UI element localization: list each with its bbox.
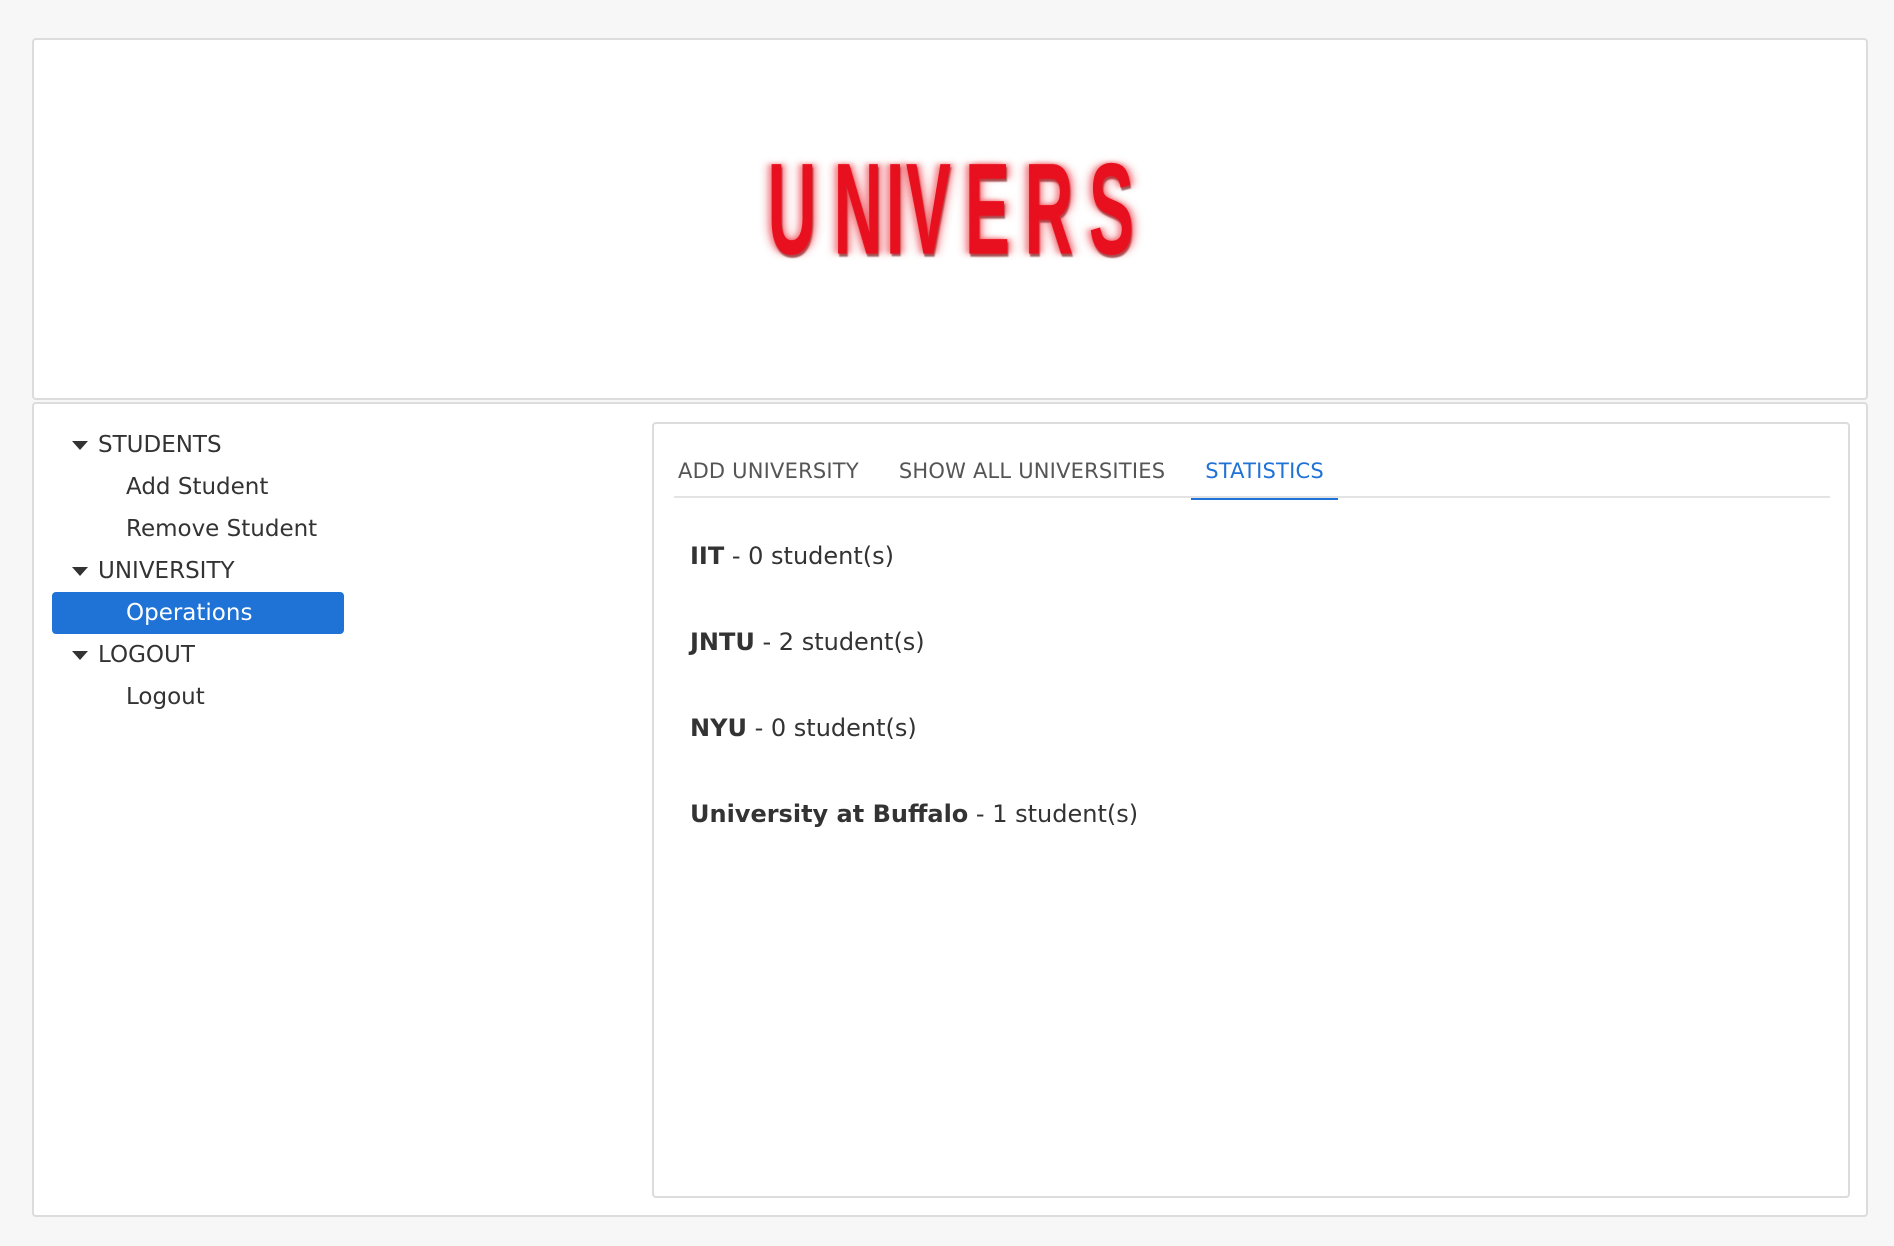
student-count: 0 student(s)	[748, 542, 895, 570]
caret-down-icon[interactable]	[72, 440, 88, 450]
tree-header-label: STUDENTS	[98, 432, 222, 458]
tree-group-students: STUDENTS Add Student Remove Student	[52, 424, 352, 550]
list-item: JNTU - 2 student(s)	[690, 628, 1138, 714]
caret-down-icon[interactable]	[72, 650, 88, 660]
separator: -	[724, 542, 749, 570]
logo-letter: R	[1024, 135, 1074, 282]
list-item: IIT - 0 student(s)	[690, 542, 1138, 628]
student-count: 1 student(s)	[992, 800, 1139, 828]
header-panel: U N I V E R S	[32, 38, 1868, 400]
sidebar-item-label: Remove Student	[126, 516, 318, 542]
tab-add-university[interactable]: ADD UNIVERSITY	[674, 444, 879, 498]
student-count: 2 student(s)	[778, 628, 925, 656]
tab-bar: ADD UNIVERSITY SHOW ALL UNIVERSITIES STA…	[674, 444, 1830, 500]
university-name: JNTU	[690, 628, 755, 656]
sidebar-item-label: Operations	[126, 600, 253, 626]
logo-letter: I	[885, 135, 905, 282]
list-item: NYU - 0 student(s)	[690, 714, 1138, 800]
university-name: IIT	[690, 542, 725, 570]
sidebar-item-remove-student[interactable]: Remove Student	[52, 508, 344, 550]
logo-letter: S	[1089, 135, 1135, 282]
sidebar-item-operations[interactable]: Operations	[52, 592, 344, 634]
sidebar-item-logout[interactable]: Logout	[52, 676, 344, 718]
list-item: University at Buffalo - 1 student(s)	[690, 800, 1138, 886]
caret-down-icon[interactable]	[72, 566, 88, 576]
separator: -	[746, 714, 771, 742]
logo-letter: N	[833, 135, 883, 282]
university-name: University at Buffalo	[690, 800, 969, 828]
student-count: 0 student(s)	[770, 714, 917, 742]
tree-header-label: LOGOUT	[98, 642, 195, 668]
logo-letter: E	[964, 135, 1010, 282]
tree-header-university[interactable]: UNIVERSITY	[52, 550, 352, 592]
main-panel: STUDENTS Add Student Remove Student UNIV…	[32, 402, 1868, 1217]
separator: -	[968, 800, 993, 828]
separator: -	[754, 628, 779, 656]
sidebar-tree: STUDENTS Add Student Remove Student UNIV…	[52, 424, 352, 718]
tree-header-label: UNIVERSITY	[98, 558, 235, 584]
tab-show-all-universities[interactable]: SHOW ALL UNIVERSITIES	[879, 444, 1185, 498]
tree-header-logout[interactable]: LOGOUT	[52, 634, 352, 676]
tree-group-university: UNIVERSITY Operations	[52, 550, 352, 634]
content-box: ADD UNIVERSITY SHOW ALL UNIVERSITIES STA…	[652, 422, 1850, 1198]
statistics-list: IIT - 0 student(s) JNTU - 2 student(s) N…	[690, 542, 1138, 886]
tree-header-students[interactable]: STUDENTS	[52, 424, 352, 466]
sidebar-item-label: Add Student	[126, 474, 269, 500]
university-name: NYU	[690, 714, 747, 742]
tree-group-logout: LOGOUT Logout	[52, 634, 352, 718]
tab-statistics[interactable]: STATISTICS	[1185, 444, 1344, 500]
sidebar-item-label: Logout	[126, 684, 205, 710]
logo-letter: V	[905, 135, 951, 282]
univers-logo: U N I V E R S	[759, 144, 1141, 274]
logo-letter: U	[767, 135, 817, 282]
sidebar-item-add-student[interactable]: Add Student	[52, 466, 344, 508]
